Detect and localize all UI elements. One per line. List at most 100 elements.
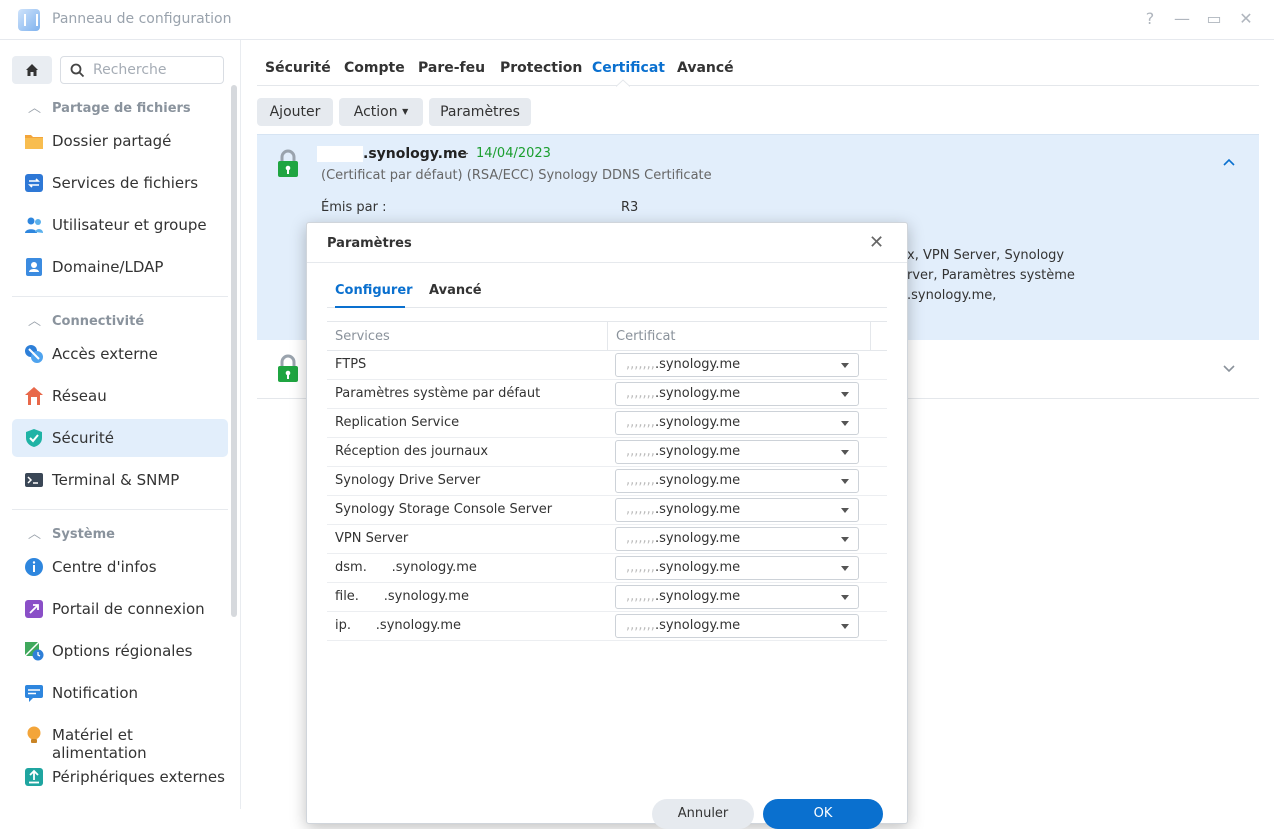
sidebar-item-hardware-power[interactable]: Matériel et alimentation: [12, 716, 228, 762]
search-placeholder: Recherche: [93, 62, 167, 78]
table-row: dsm. .synology.me ,,,,,,,.synology.me: [327, 553, 887, 583]
sidebar-item-terminal-snmp[interactable]: Terminal & SNMP: [12, 461, 228, 499]
close-icon[interactable]: ✕: [869, 232, 884, 253]
selected-certificate: ,,,,,,,.synology.me: [626, 531, 741, 546]
search-icon: [70, 63, 85, 78]
notification-icon: [25, 685, 43, 702]
selected-certificate: ,,,,,,,.synology.me: [626, 415, 741, 430]
sidebar-item-label: Accès externe: [52, 345, 158, 363]
caret-down-icon: [841, 566, 849, 571]
network-house-icon: [25, 387, 43, 405]
group-connectivity[interactable]: ︿ Connectivité: [28, 310, 144, 329]
tab-account[interactable]: Compte: [344, 60, 405, 76]
certificate-select[interactable]: ,,,,,,,.synology.me: [615, 440, 859, 464]
caret-down-icon: ▼: [402, 107, 409, 116]
tab-protection[interactable]: Protection: [500, 60, 582, 76]
sidebar-item-network[interactable]: Réseau: [12, 377, 228, 415]
selected-certificate: ,,,,,,,.synology.me: [626, 589, 741, 604]
certificate-select[interactable]: ,,,,,,,.synology.me: [615, 556, 859, 580]
sidebar-item-external-access[interactable]: Accès externe: [12, 335, 228, 373]
external-device-icon: [25, 768, 43, 786]
dialog-tab-divider: [327, 307, 887, 308]
sidebar-item-label: Périphériques externes: [52, 768, 225, 786]
sidebar-scrollbar[interactable]: [231, 85, 237, 617]
redacted-block: [317, 146, 363, 162]
chevron-up-icon[interactable]: [1223, 158, 1235, 166]
sidebar-item-external-devices[interactable]: Périphériques externes: [12, 758, 228, 796]
certificate-select[interactable]: ,,,,,,,.synology.me: [615, 469, 859, 493]
maximize-icon[interactable]: ▭: [1204, 9, 1224, 29]
tab-configure[interactable]: Configurer: [335, 283, 413, 298]
tab-advanced[interactable]: Avancé: [429, 283, 482, 298]
tab-firewall[interactable]: Pare-feu: [418, 60, 485, 76]
external-access-icon: [25, 345, 43, 363]
chevron-up-icon: ︿: [28, 527, 42, 542]
selected-certificate: ,,,,,,,.synology.me: [626, 473, 741, 488]
sidebar-item-label: Services de fichiers: [52, 174, 199, 192]
help-icon[interactable]: ?: [1140, 9, 1160, 29]
certificate-select[interactable]: ,,,,,,,.synology.me: [615, 382, 859, 406]
sidebar-item-domain-ldap[interactable]: Domaine/LDAP: [12, 248, 228, 286]
cancel-button[interactable]: Annuler: [652, 799, 754, 829]
column-header-services: Services: [335, 329, 390, 344]
table-row: Réception des journaux ,,,,,,,.synology.…: [327, 437, 887, 467]
window-title: Panneau de configuration: [52, 11, 232, 27]
sidebar-item-file-services[interactable]: Services de fichiers: [12, 164, 228, 202]
certificate-select[interactable]: ,,,,,,,.synology.me: [615, 498, 859, 522]
settings-button[interactable]: Paramètres: [429, 98, 531, 126]
close-icon[interactable]: ✕: [1236, 9, 1256, 29]
caret-down-icon: [841, 479, 849, 484]
certificate-select[interactable]: ,,,,,,,.synology.me: [615, 411, 859, 435]
selected-certificate: ,,,,,,,.synology.me: [626, 560, 741, 575]
login-portal-icon: [25, 600, 43, 618]
action-dropdown-button[interactable]: Action ▼: [339, 98, 423, 126]
table-row: Synology Storage Console Server ,,,,,,,.…: [327, 495, 887, 525]
issued-by-value: R3: [621, 200, 639, 215]
sidebar-item-regional-options[interactable]: Options régionales: [12, 632, 228, 670]
shield-icon: [26, 429, 42, 447]
caret-down-icon: [841, 624, 849, 629]
sidebar-item-notification[interactable]: Notification: [12, 674, 228, 712]
search-input[interactable]: Recherche: [60, 56, 224, 84]
sidebar-item-info-center[interactable]: Centre d'infos: [12, 548, 228, 586]
dialog-header-divider: [307, 262, 907, 263]
ok-button[interactable]: OK: [763, 799, 883, 829]
services-line-3: .synology.me,: [907, 288, 997, 303]
certificate-select[interactable]: ,,,,,,,.synology.me: [615, 614, 859, 638]
table-row: ip. .synology.me ,,,,,,,.synology.me: [327, 611, 887, 641]
caret-down-icon: [841, 421, 849, 426]
chevron-down-icon[interactable]: [1223, 365, 1235, 373]
group-system[interactable]: ︿ Système: [28, 523, 115, 542]
certificate-select[interactable]: ,,,,,,,.synology.me: [615, 527, 859, 551]
tab-advanced[interactable]: Avancé: [677, 60, 734, 76]
sidebar-item-shared-folder[interactable]: Dossier partagé: [12, 122, 228, 160]
sidebar-item-label: Options régionales: [52, 642, 193, 660]
home-button[interactable]: [12, 56, 52, 84]
service-name: dsm. .synology.me: [335, 560, 477, 575]
terminal-icon: [25, 473, 43, 487]
users-icon: [25, 217, 43, 233]
table-row: Replication Service ,,,,,,,.synology.me: [327, 408, 887, 438]
certificate-select[interactable]: ,,,,,,,.synology.me: [615, 585, 859, 609]
caret-down-icon: [841, 537, 849, 542]
minimize-icon[interactable]: —: [1172, 9, 1192, 29]
table-row: FTPS ,,,,,,,.synology.me: [327, 350, 887, 380]
tab-certificate[interactable]: Certificat: [592, 60, 665, 76]
sidebar-item-login-portal[interactable]: Portail de connexion: [12, 590, 228, 628]
table-row: Paramètres système par défaut ,,,,,,,.sy…: [327, 379, 887, 409]
column-header-certificate: Certificat: [616, 329, 676, 344]
certificate-expiry-date: 14/04/2023: [476, 146, 551, 161]
sidebar-item-users-groups[interactable]: Utilisateur et groupe: [12, 206, 228, 244]
dialog-title: Paramètres: [327, 236, 412, 251]
sidebar-item-label: Domaine/LDAP: [52, 258, 164, 276]
chevron-up-icon: ︿: [28, 314, 42, 329]
home-icon: [26, 64, 38, 76]
service-name: FTPS: [335, 357, 367, 372]
certificate-select[interactable]: ,,,,,,,.synology.me: [615, 353, 859, 377]
divider: [12, 509, 228, 510]
add-button[interactable]: Ajouter: [257, 98, 333, 126]
tab-security[interactable]: Sécurité: [265, 60, 331, 76]
group-file-sharing[interactable]: ︿ Partage de fichiers: [28, 97, 191, 116]
divider: [12, 296, 228, 297]
sidebar-item-security[interactable]: Sécurité: [12, 419, 228, 457]
